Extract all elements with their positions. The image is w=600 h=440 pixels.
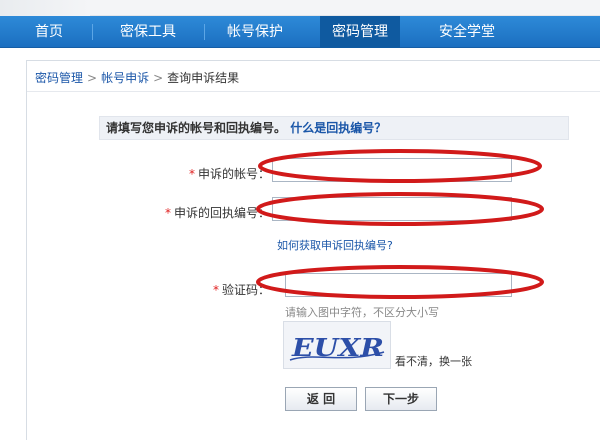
content-panel: 密码管理 > 帐号申诉 > 查询申诉结果 请填写您申诉的帐号和回执编号。 什么是回执编号… xyxy=(26,60,600,440)
notice-bar: 请填写您申诉的帐号和回执编号。 什么是回执编号？ xyxy=(99,116,569,140)
nav-item-security-tools[interactable]: 密保工具 xyxy=(104,16,192,48)
breadcrumb-separator: > xyxy=(153,71,164,85)
breadcrumb-current: 查询申诉结果 xyxy=(167,71,240,85)
nav-item-password-management[interactable]: 密码管理 xyxy=(320,16,400,48)
required-mark: * xyxy=(212,283,219,297)
receipt-number-input[interactable] xyxy=(272,197,512,221)
captcha-label-text: 验证码： xyxy=(221,283,270,297)
top-strip xyxy=(0,0,600,16)
captcha-image[interactable]: EUXR xyxy=(283,321,391,369)
breadcrumb-link-account-appeal[interactable]: 帐号申诉 xyxy=(101,71,149,85)
nav-item-security-school[interactable]: 安全学堂 xyxy=(424,16,510,48)
nav-item-home[interactable]: 首页 xyxy=(18,16,80,48)
account-label: * 申诉的帐号： xyxy=(177,165,270,182)
captcha-label: * 验证码： xyxy=(197,281,270,298)
logo-area xyxy=(0,0,90,16)
captcha-glyphs: EUXR xyxy=(289,333,385,362)
required-mark: * xyxy=(188,167,195,181)
notice-text: 请填写您申诉的帐号和回执编号。 xyxy=(106,121,287,135)
breadcrumb: 密码管理 > 帐号申诉 > 查询申诉结果 xyxy=(35,69,239,86)
refresh-captcha-link[interactable]: 看不清，换一张 xyxy=(395,353,472,369)
captcha-input[interactable] xyxy=(285,273,512,297)
account-input[interactable] xyxy=(272,158,512,182)
breadcrumb-separator: > xyxy=(87,71,98,85)
captcha-hint: 请输入图中字符，不区分大小写 xyxy=(285,306,439,319)
account-label-text: 申诉的帐号： xyxy=(197,167,270,181)
nav-divider xyxy=(204,24,205,40)
required-mark: * xyxy=(164,206,171,220)
receipt-label-text: 申诉的回执编号： xyxy=(173,206,270,220)
receipt-label: * 申诉的回执编号： xyxy=(159,204,270,221)
what-is-receipt-link[interactable]: 什么是回执编号？ xyxy=(290,121,386,135)
receipt-help-link[interactable]: 如何获取申诉回执编号? xyxy=(277,237,393,253)
nav-divider xyxy=(92,24,93,40)
breadcrumb-link-password-management[interactable]: 密码管理 xyxy=(35,71,83,85)
nav-item-account-protection[interactable]: 帐号保护 xyxy=(212,16,298,48)
next-button[interactable]: 下一步 xyxy=(365,387,437,411)
back-button[interactable]: 返 回 xyxy=(285,387,357,411)
main-nav: 首页 密保工具 帐号保护 密码管理 安全学堂 xyxy=(0,16,600,48)
divider xyxy=(27,91,600,92)
